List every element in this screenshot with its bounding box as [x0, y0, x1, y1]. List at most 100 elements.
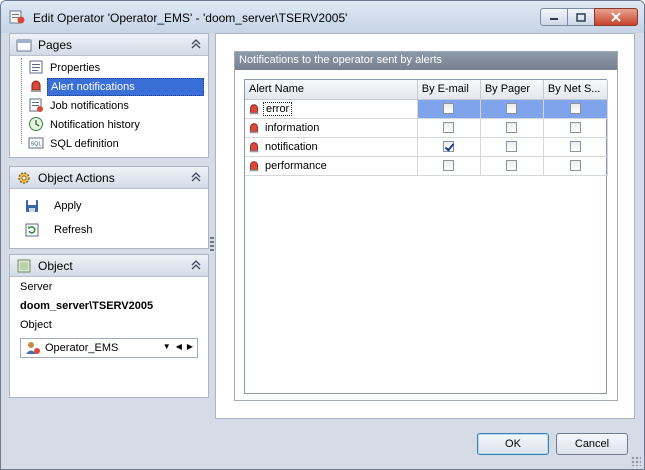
maximize-icon: [576, 12, 586, 22]
refresh-label: Refresh: [54, 224, 93, 236]
alert-name: notification: [265, 140, 318, 153]
object-panel-header[interactable]: Object: [10, 255, 208, 277]
pages-icon: [16, 39, 32, 51]
operator-icon: [26, 342, 40, 354]
object-label: Object: [20, 319, 52, 331]
svg-text:SQL: SQL: [31, 142, 42, 148]
chevron-right-icon[interactable]: ▶: [187, 342, 193, 351]
table-row[interactable]: information: [245, 118, 609, 138]
collapse-chevron-icon[interactable]: [190, 38, 202, 50]
checkbox-cell-pager[interactable]: [480, 118, 544, 138]
server-label: Server: [20, 281, 53, 293]
alert-bell-icon: [245, 119, 263, 137]
alerts-grid: Alert Name By E-mail By Pager By Net S..…: [244, 79, 609, 394]
notify-email-checkbox[interactable]: [443, 141, 455, 153]
notify-email-checkbox[interactable]: [443, 122, 455, 134]
alert-name-cell[interactable]: notification: [245, 137, 418, 157]
table-header-row: Alert Name By E-mail By Pager By Net S..…: [245, 80, 609, 100]
page-item-label: Properties: [50, 61, 101, 74]
checkbox-cell-net[interactable]: [543, 156, 609, 176]
page-item-label: Notification history: [50, 118, 140, 131]
checkbox-cell-pager[interactable]: [480, 137, 544, 157]
group-title: Notifications to the operator sent by al…: [235, 52, 617, 70]
notify-pager-checkbox[interactable]: [506, 122, 518, 134]
checkbox-cell-net[interactable]: [543, 118, 609, 138]
alert-name-cell[interactable]: information: [245, 118, 418, 138]
notify-net-checkbox[interactable]: [569, 160, 581, 172]
page-item-label: SQL definition: [50, 137, 119, 150]
splitter-grip[interactable]: [210, 237, 214, 251]
alert-name: error: [263, 101, 293, 116]
table-row[interactable]: performance: [245, 156, 609, 176]
pages-panel: Pages Properties Alert notifications Job…: [9, 33, 209, 158]
history-icon: [29, 117, 43, 131]
column-header-by-pager[interactable]: By Pager: [480, 80, 544, 100]
alert-name-wrap: performance: [245, 157, 417, 175]
object-select[interactable]: Operator_EMS ▼ ◀ ▶: [20, 338, 198, 358]
checkbox-cell-net[interactable]: [543, 99, 609, 119]
notify-net-checkbox[interactable]: [569, 122, 581, 134]
collapse-chevron-icon[interactable]: [190, 259, 202, 271]
chevron-down-icon[interactable]: ▼: [163, 342, 171, 351]
close-button[interactable]: [594, 8, 638, 26]
ok-button[interactable]: OK: [477, 433, 549, 455]
notify-pager-checkbox[interactable]: [506, 141, 518, 153]
close-icon: [611, 12, 621, 22]
alert-name-cell[interactable]: error: [245, 99, 418, 119]
object-panel: Object Server doom_server\TSERV2005 Obje…: [9, 254, 209, 398]
alert-name-wrap: error: [245, 100, 417, 118]
page-item-properties[interactable]: Properties: [10, 58, 208, 77]
checkbox-cell-email[interactable]: [417, 99, 481, 119]
column-header-by-email[interactable]: By E-mail: [417, 80, 481, 100]
notifications-group: Notifications to the operator sent by al…: [234, 51, 618, 401]
alert-name-cell[interactable]: performance: [245, 156, 418, 176]
page-item-alert-notifications[interactable]: Alert notifications: [10, 77, 208, 96]
chevron-left-icon[interactable]: ◀: [176, 342, 182, 351]
page-item-notification-history[interactable]: Notification history: [10, 115, 208, 134]
pages-panel-header[interactable]: Pages: [10, 34, 208, 56]
minimize-button[interactable]: [540, 8, 568, 26]
server-value: doom_server\TSERV2005: [20, 300, 154, 312]
table-row[interactable]: error: [245, 99, 609, 119]
notify-pager-checkbox[interactable]: [506, 160, 518, 172]
maximize-button[interactable]: [567, 8, 595, 26]
job-icon: [29, 98, 43, 112]
title-bar[interactable]: Edit Operator 'Operator_EMS' - 'doom_ser…: [1, 1, 644, 33]
checkbox-cell-pager[interactable]: [480, 99, 544, 119]
page-item-sql-definition[interactable]: SQL SQL definition: [10, 134, 208, 153]
properties-icon: [29, 60, 43, 74]
object-icon: [17, 259, 31, 272]
page-item-label: Alert notifications: [47, 77, 204, 96]
notify-net-checkbox[interactable]: [569, 103, 581, 115]
refresh-action[interactable]: Refresh: [10, 218, 208, 242]
checkbox-cell-email[interactable]: [417, 137, 481, 157]
checkbox-cell-email[interactable]: [417, 156, 481, 176]
checkbox-cell-net[interactable]: [543, 137, 609, 157]
apply-label: Apply: [54, 200, 82, 212]
alert-name: performance: [265, 159, 327, 172]
splitter[interactable]: [210, 33, 214, 425]
collapse-chevron-icon[interactable]: [190, 171, 202, 183]
resize-grip[interactable]: [631, 456, 641, 466]
alert-name-wrap: notification: [245, 138, 417, 156]
apply-action[interactable]: Apply: [10, 194, 208, 218]
notify-email-checkbox[interactable]: [443, 103, 455, 115]
left-sidebar: Pages Properties Alert notifications Job…: [9, 33, 209, 425]
cancel-button[interactable]: Cancel: [556, 433, 628, 455]
notify-pager-checkbox[interactable]: [506, 103, 518, 115]
notify-net-checkbox[interactable]: [569, 141, 581, 153]
notify-email-checkbox[interactable]: [443, 160, 455, 172]
minimize-icon: [550, 18, 558, 20]
object-actions-header[interactable]: Object Actions: [10, 167, 208, 189]
column-header-by-net-send[interactable]: By Net S...: [543, 80, 609, 100]
object-panel-title: Object: [38, 258, 73, 273]
checkbox-cell-pager[interactable]: [480, 156, 544, 176]
pages-tree: Properties Alert notifications Job notif…: [10, 56, 208, 153]
column-header-alert-name[interactable]: Alert Name: [245, 80, 418, 100]
checkbox-cell-email[interactable]: [417, 118, 481, 138]
alerts-table: Alert Name By E-mail By Pager By Net S..…: [245, 80, 609, 176]
alert-name: information: [265, 121, 320, 134]
refresh-icon: [25, 223, 39, 237]
table-row[interactable]: notification: [245, 137, 609, 157]
page-item-job-notifications[interactable]: Job notifications: [10, 96, 208, 115]
